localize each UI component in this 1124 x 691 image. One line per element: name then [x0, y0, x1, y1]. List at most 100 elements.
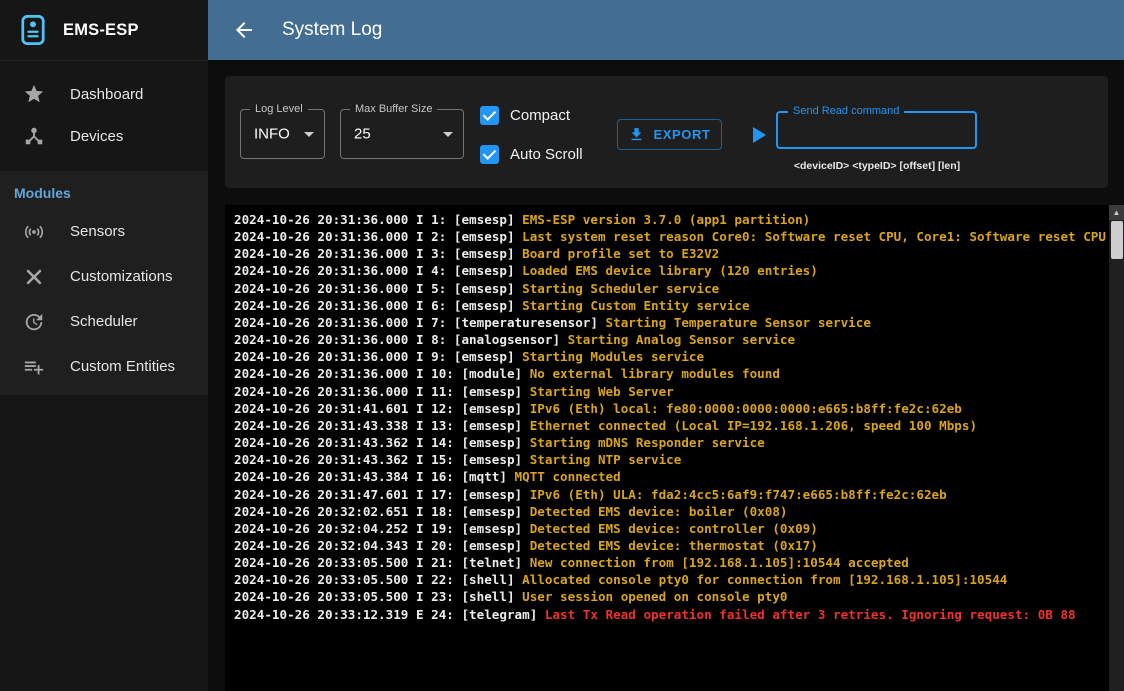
log-line-message: MQTT connected [515, 469, 621, 484]
log-line: 2024-10-26 20:31:36.000 I 10: [module] N… [234, 365, 1106, 382]
update-clock-icon [23, 311, 45, 333]
compact-option: Compact [480, 104, 570, 126]
log-line: 2024-10-26 20:31:36.000 I 5: [emsesp] St… [234, 280, 1106, 297]
log-line-meta: 2024-10-26 20:33:05.500 I 21: [telnet] [234, 555, 530, 570]
sidebar-item-custom-entities[interactable]: Custom Entities [0, 344, 208, 389]
log-line-message: IPv6 (Eth) local: fe80:0000:0000:0000:e6… [530, 401, 962, 416]
log-line-meta: 2024-10-26 20:32:02.651 I 18: [emsesp] [234, 504, 530, 519]
log-line: 2024-10-26 20:33:05.500 I 21: [telnet] N… [234, 554, 1106, 571]
sidebar-nav: Dashboard Devices [0, 61, 208, 157]
log-line-message: No external library modules found [530, 366, 780, 381]
chevron-down-icon [443, 132, 453, 137]
log-line: 2024-10-26 20:33:05.500 I 22: [shell] Al… [234, 571, 1106, 588]
log-line-meta: 2024-10-26 20:31:36.000 I 6: [emsesp] [234, 298, 522, 313]
log-line: 2024-10-26 20:31:36.000 I 9: [emsesp] St… [234, 348, 1106, 365]
scrollbar-thumb[interactable] [1111, 221, 1123, 259]
log-line: 2024-10-26 20:31:36.000 I 6: [emsesp] St… [234, 297, 1106, 314]
max-buffer-size-label: Max Buffer Size [350, 102, 437, 116]
modules-nav: Sensors Customizations Scheduler Custom Ent… [0, 209, 208, 389]
log-line-message: Ethernet connected (Local IP=192.168.1.2… [530, 418, 977, 433]
log-line: 2024-10-26 20:31:43.384 I 16: [mqtt] MQT… [234, 468, 1106, 485]
log-line: 2024-10-26 20:31:36.000 I 1: [emsesp] EM… [234, 211, 1106, 228]
log-line-message: User session opened on console pty0 [522, 589, 787, 604]
log-line-meta: 2024-10-26 20:31:36.000 I 5: [emsesp] [234, 281, 522, 296]
back-arrow-icon[interactable] [232, 18, 256, 42]
max-buffer-size-select[interactable]: Max Buffer Size 25 [340, 109, 464, 159]
log-line: 2024-10-26 20:31:47.601 I 17: [emsesp] I… [234, 486, 1106, 503]
auto-scroll-checkbox[interactable] [480, 145, 499, 164]
sidebar-item-scheduler[interactable]: Scheduler [0, 299, 208, 344]
log-line-message: Allocated console pty0 for connection fr… [522, 572, 1007, 587]
ems-esp-app: EMS-ESP DashboardDevices Modules Sensors… [0, 0, 1124, 691]
max-buffer-size-value: 25 [354, 126, 371, 143]
log-line-meta: 2024-10-26 20:31:36.000 I 3: [emsesp] [234, 246, 522, 261]
log-line: 2024-10-26 20:31:36.000 I 3: [emsesp] Bo… [234, 245, 1106, 262]
sidebar-item-customizations[interactable]: Customizations [0, 254, 208, 299]
sidebar-item-devices[interactable]: Devices [0, 115, 208, 157]
app-title: EMS-ESP [63, 21, 139, 40]
auto-scroll-label: Auto Scroll [510, 146, 583, 163]
log-line-meta: 2024-10-26 20:31:41.601 I 12: [emsesp] [234, 401, 530, 416]
log-line-meta: 2024-10-26 20:31:43.384 I 16: [mqtt] [234, 469, 515, 484]
log-line-message: Starting Web Server [530, 384, 674, 399]
log-line-meta: 2024-10-26 20:31:36.000 I 11: [emsesp] [234, 384, 530, 399]
page-title: System Log [282, 19, 382, 41]
log-line: 2024-10-26 20:31:41.601 I 12: [emsesp] I… [234, 400, 1106, 417]
log-line-meta: 2024-10-26 20:31:36.000 I 9: [emsesp] [234, 349, 522, 364]
sidebar-item-label: Devices [70, 128, 123, 145]
log-line-message: Detected EMS device: boiler (0x08) [530, 504, 788, 519]
log-line-meta: 2024-10-26 20:31:36.000 I 1: [emsesp] [234, 212, 522, 227]
log-line: 2024-10-26 20:31:36.000 I 2: [emsesp] La… [234, 228, 1106, 245]
sidebar-item-label: Scheduler [70, 313, 138, 330]
log-line-message: Loaded EMS device library (120 entries) [522, 263, 818, 278]
send-read-field: Send Read command [776, 111, 977, 149]
export-button[interactable]: EXPORT [617, 119, 722, 150]
log-line-meta: 2024-10-26 20:31:43.362 I 15: [emsesp] [234, 452, 530, 467]
log-line-meta: 2024-10-26 20:31:36.000 I 2: [emsesp] [234, 229, 522, 244]
log-line-message: Last system reset reason Core0: Software… [522, 229, 1106, 244]
log-line-meta: 2024-10-26 20:31:43.362 I 14: [emsesp] [234, 435, 530, 450]
log-level-label: Log Level [250, 102, 308, 116]
log-line-message: Starting mDNS Responder service [530, 435, 765, 450]
compact-label: Compact [510, 107, 570, 124]
log-level-select[interactable]: Log Level INFO [240, 109, 325, 159]
send-read-input[interactable] [778, 113, 975, 147]
log-line: 2024-10-26 20:31:36.000 I 4: [emsesp] Lo… [234, 262, 1106, 279]
scrollbar-up-arrow[interactable]: ▲ [1109, 205, 1124, 220]
log-line-message: Starting Temperature Sensor service [606, 315, 871, 330]
log-line-message: Starting Modules service [522, 349, 704, 364]
sidebar-item-label: Dashboard [70, 86, 143, 103]
sidebar-item-dashboard[interactable]: Dashboard [0, 73, 208, 115]
send-read-hint: <deviceID> <typeID> [offset] [len] [761, 160, 993, 172]
log-line: 2024-10-26 20:32:02.651 I 18: [emsesp] D… [234, 503, 1106, 520]
log-line-message: New connection from [192.168.1.105]:1054… [530, 555, 909, 570]
compact-checkbox[interactable] [480, 106, 499, 125]
log-line-meta: 2024-10-26 20:33:12.319 E 24: [telegram] [234, 607, 545, 622]
modules-section: Modules SensorsCustomizationsSchedulerCu… [0, 171, 208, 395]
log-line-meta: 2024-10-26 20:33:05.500 I 22: [shell] [234, 572, 522, 587]
log-line: 2024-10-26 20:31:36.000 I 8: [analogsens… [234, 331, 1106, 348]
sidebar: EMS-ESP DashboardDevices Modules Sensors… [0, 0, 208, 691]
download-icon [628, 126, 645, 143]
log-line-message: Starting Analog Sensor service [568, 332, 795, 347]
log-line: 2024-10-26 20:31:36.000 I 11: [emsesp] S… [234, 383, 1106, 400]
log-scrollbar[interactable]: ▲ [1109, 205, 1124, 691]
app-logo-row: EMS-ESP [0, 0, 208, 61]
log-line-meta: 2024-10-26 20:32:04.252 I 19: [emsesp] [234, 521, 530, 536]
log-line-meta: 2024-10-26 20:31:36.000 I 10: [module] [234, 366, 530, 381]
sensors-icon [23, 221, 45, 243]
log-line-meta: 2024-10-26 20:31:36.000 I 8: [analogsens… [234, 332, 568, 347]
log-line-message: Last Tx Read operation failed after 3 re… [545, 607, 1076, 622]
sidebar-item-sensors[interactable]: Sensors [0, 209, 208, 254]
log-line-message: Detected EMS device: thermostat (0x17) [530, 538, 818, 553]
sidebar-item-label: Customizations [70, 268, 173, 285]
log-line: 2024-10-26 20:33:12.319 E 24: [telegram]… [234, 606, 1106, 623]
log-line: 2024-10-26 20:32:04.252 I 19: [emsesp] D… [234, 520, 1106, 537]
export-label: EXPORT [653, 127, 710, 142]
device-hub-icon [23, 125, 45, 147]
log-line-meta: 2024-10-26 20:31:36.000 I 4: [emsesp] [234, 263, 522, 278]
log-line-meta: 2024-10-26 20:33:05.500 I 23: [shell] [234, 589, 522, 604]
send-play-icon[interactable] [753, 127, 766, 143]
log-controls-card: Log Level INFO Max Buffer Size 25 Compac… [225, 76, 1108, 188]
log-line-meta: 2024-10-26 20:31:36.000 I 7: [temperatur… [234, 315, 606, 330]
